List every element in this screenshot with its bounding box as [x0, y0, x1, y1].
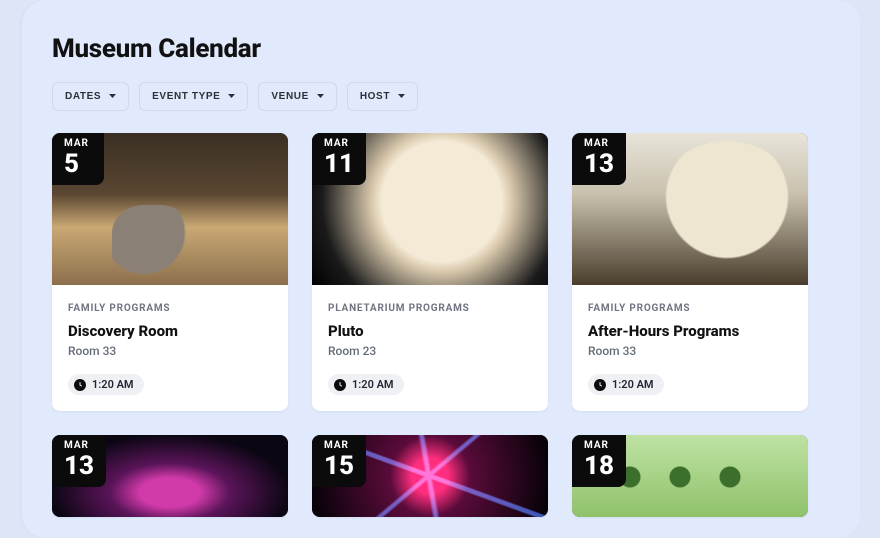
event-room: Room 33 [68, 344, 272, 358]
date-day: 13 [64, 453, 94, 479]
event-time: 1:20 AM [352, 378, 394, 391]
date-day: 5 [64, 151, 92, 177]
filter-venue[interactable]: VENUE [258, 82, 336, 111]
filter-event-type[interactable]: EVENT TYPE [139, 82, 248, 111]
page-title: Museum Calendar [52, 34, 828, 64]
event-thumbnail: MAR 18 [572, 435, 808, 517]
event-card[interactable]: MAR 11 PLANETARIUM PROGRAMS Pluto Room 2… [312, 133, 548, 411]
event-category: FAMILY PROGRAMS [588, 303, 792, 314]
event-room: Room 33 [588, 344, 792, 358]
caret-down-icon [317, 94, 324, 99]
filter-dates[interactable]: DATES [52, 82, 129, 111]
filter-label: EVENT TYPE [152, 91, 220, 102]
event-card[interactable]: MAR 5 FAMILY PROGRAMS Discovery Room Roo… [52, 133, 288, 411]
event-card[interactable]: MAR 13 [52, 435, 288, 517]
filter-label: HOST [360, 91, 390, 102]
date-month: MAR [64, 441, 94, 451]
event-thumbnail: MAR 15 [312, 435, 548, 517]
filter-label: DATES [65, 91, 101, 102]
event-title: Pluto [328, 322, 532, 340]
caret-down-icon [398, 94, 405, 99]
date-day: 15 [324, 453, 354, 479]
event-room: Room 23 [328, 344, 532, 358]
event-body: FAMILY PROGRAMS After-Hours Programs Roo… [572, 285, 808, 411]
event-thumbnail: MAR 5 [52, 133, 288, 285]
date-month: MAR [324, 139, 354, 149]
event-category: FAMILY PROGRAMS [68, 303, 272, 314]
date-month: MAR [64, 139, 92, 149]
event-body: PLANETARIUM PROGRAMS Pluto Room 23 1:20 … [312, 285, 548, 411]
filter-bar: DATES EVENT TYPE VENUE HOST [52, 82, 828, 111]
date-month: MAR [324, 441, 354, 451]
date-day: 18 [584, 453, 614, 479]
date-badge: MAR 13 [52, 435, 106, 487]
event-thumbnail: MAR 13 [52, 435, 288, 517]
caret-down-icon [109, 94, 116, 99]
caret-down-icon [228, 94, 235, 99]
event-title: Discovery Room [68, 322, 272, 340]
date-month: MAR [584, 441, 614, 451]
event-time-badge: 1:20 AM [328, 374, 404, 395]
event-time: 1:20 AM [92, 378, 134, 391]
date-badge: MAR 15 [312, 435, 366, 487]
date-badge: MAR 13 [572, 133, 626, 185]
event-body: FAMILY PROGRAMS Discovery Room Room 33 1… [52, 285, 288, 411]
event-card[interactable]: MAR 15 [312, 435, 548, 517]
event-category: PLANETARIUM PROGRAMS [328, 303, 532, 314]
event-thumbnail: MAR 11 [312, 133, 548, 285]
event-time: 1:20 AM [612, 378, 654, 391]
clock-icon [74, 379, 86, 391]
date-day: 13 [584, 151, 614, 177]
date-month: MAR [584, 139, 614, 149]
clock-icon [594, 379, 606, 391]
date-badge: MAR 11 [312, 133, 366, 185]
event-thumbnail: MAR 13 [572, 133, 808, 285]
event-title: After-Hours Programs [588, 322, 792, 340]
filter-host[interactable]: HOST [347, 82, 418, 111]
date-day: 11 [324, 151, 354, 177]
filter-label: VENUE [271, 91, 308, 102]
event-grid: MAR 5 FAMILY PROGRAMS Discovery Room Roo… [52, 133, 828, 517]
calendar-panel: Museum Calendar DATES EVENT TYPE VENUE H… [20, 0, 860, 538]
event-time-badge: 1:20 AM [588, 374, 664, 395]
event-time-badge: 1:20 AM [68, 374, 144, 395]
event-card[interactable]: MAR 13 FAMILY PROGRAMS After-Hours Progr… [572, 133, 808, 411]
date-badge: MAR 18 [572, 435, 626, 487]
date-badge: MAR 5 [52, 133, 104, 185]
clock-icon [334, 379, 346, 391]
event-card[interactable]: MAR 18 [572, 435, 808, 517]
